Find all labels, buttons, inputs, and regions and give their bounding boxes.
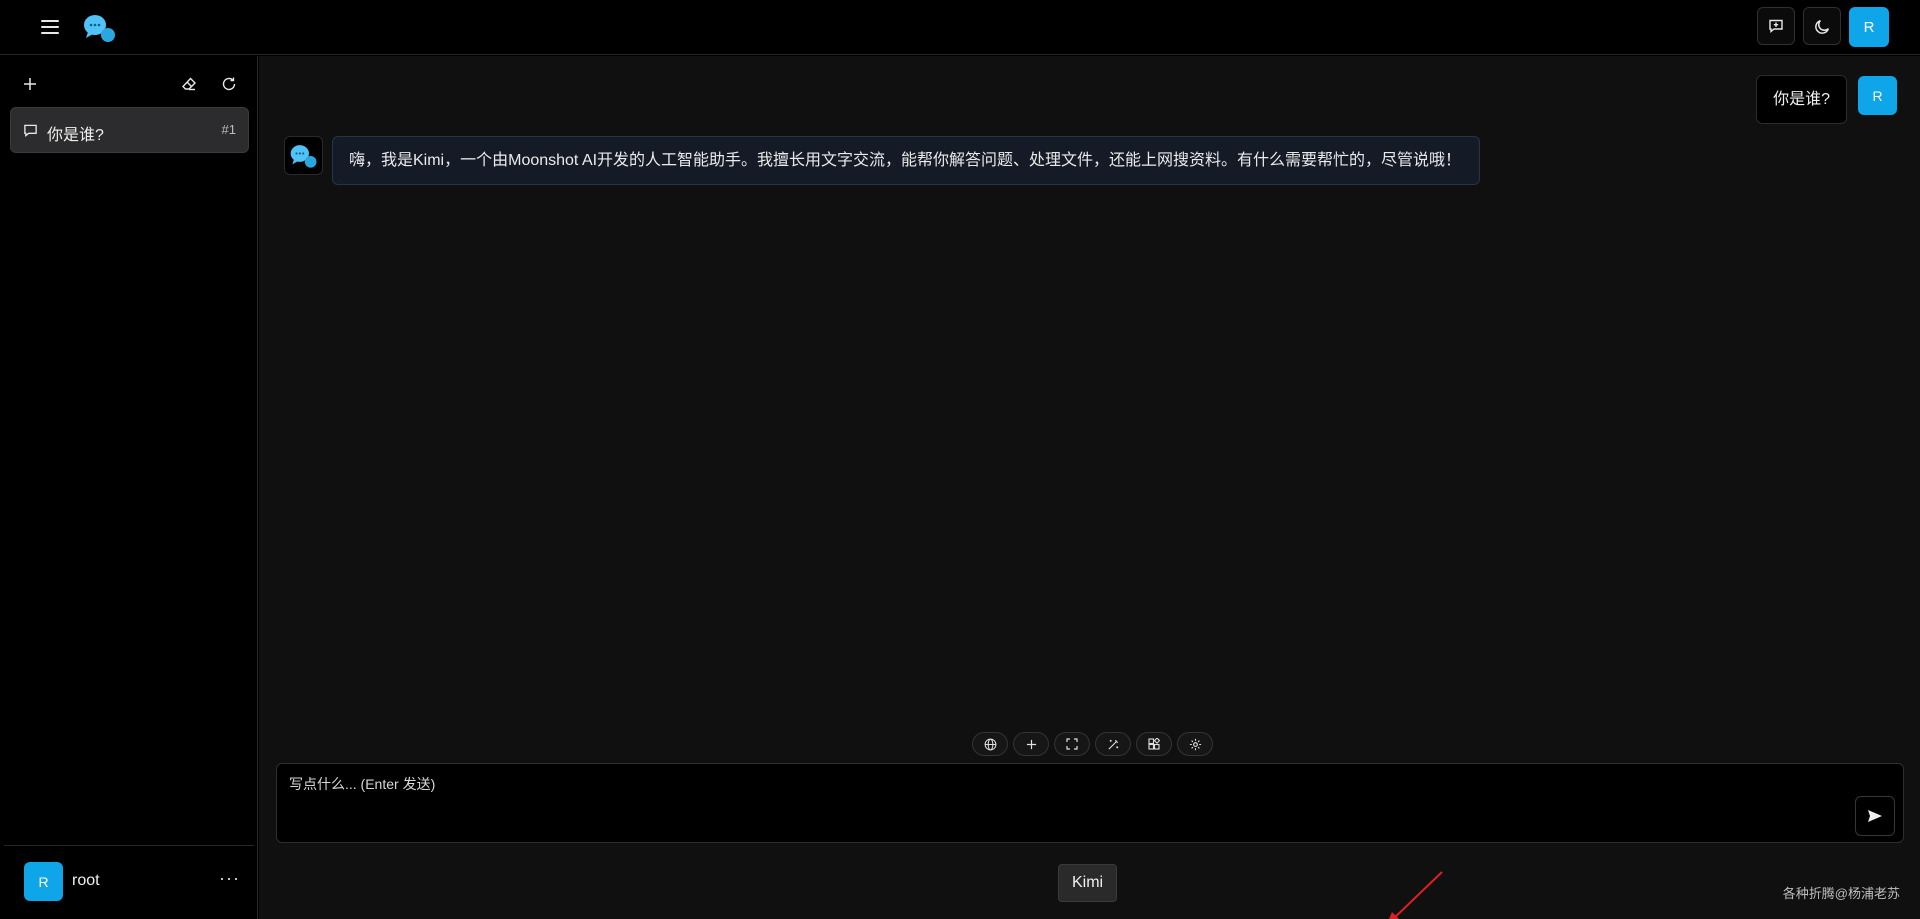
- chat-bubbles-logo-icon: [82, 13, 118, 43]
- settings-icon[interactable]: [1177, 732, 1213, 756]
- chat-area: 你是谁? R 嗨，我是Kimi，一个由Moonshot AI开发的人工智能助手。…: [259, 56, 1920, 919]
- message-input[interactable]: [277, 764, 1903, 842]
- moon-icon[interactable]: [1803, 7, 1841, 45]
- plus-icon[interactable]: [16, 70, 44, 98]
- eraser-icon[interactable]: [175, 70, 203, 98]
- message-plus-icon[interactable]: [1757, 7, 1795, 45]
- conversation-title: 你是谁?: [47, 127, 104, 144]
- avatar: R: [1858, 76, 1897, 115]
- user-name: root: [72, 872, 100, 889]
- conversation-badge: #1: [221, 122, 236, 137]
- globe-icon[interactable]: [972, 732, 1008, 756]
- hamburger-menu-icon[interactable]: [36, 14, 64, 40]
- model-selector-button[interactable]: Kimi: [1058, 864, 1118, 902]
- sidebar-toolbar: [0, 70, 258, 100]
- magic-wand-icon[interactable]: [1095, 732, 1131, 756]
- plus-icon[interactable]: [1013, 732, 1049, 756]
- assistant-logo-icon: [284, 136, 323, 175]
- assistant-message: 嗨，我是Kimi，一个由Moonshot AI开发的人工智能助手。我擅长用文字交…: [332, 136, 1480, 185]
- conversation-item[interactable]: 你是谁? #1: [10, 107, 249, 153]
- user-avatar-top[interactable]: R: [1849, 7, 1889, 47]
- user-message: 你是谁?: [1756, 75, 1847, 124]
- apps-icon[interactable]: [1136, 732, 1172, 756]
- more-options-icon[interactable]: ···: [219, 868, 240, 889]
- refresh-icon[interactable]: [215, 70, 243, 98]
- top-bar: R: [0, 0, 1920, 55]
- user-panel: R root ···: [4, 845, 254, 919]
- watermark-text: 各种折腾@杨浦老苏: [1782, 886, 1900, 901]
- avatar[interactable]: R: [24, 862, 63, 901]
- sidebar: 你是谁? #1 R root ···: [0, 56, 258, 919]
- send-icon[interactable]: [1855, 796, 1895, 836]
- message-input-box: [276, 763, 1904, 843]
- annotation-arrow-icon: [1389, 871, 1443, 919]
- message-square-icon: [23, 123, 38, 143]
- composer-toolbar: [972, 732, 1213, 756]
- top-actions: R: [1757, 7, 1889, 47]
- fullscreen-icon[interactable]: [1054, 732, 1090, 756]
